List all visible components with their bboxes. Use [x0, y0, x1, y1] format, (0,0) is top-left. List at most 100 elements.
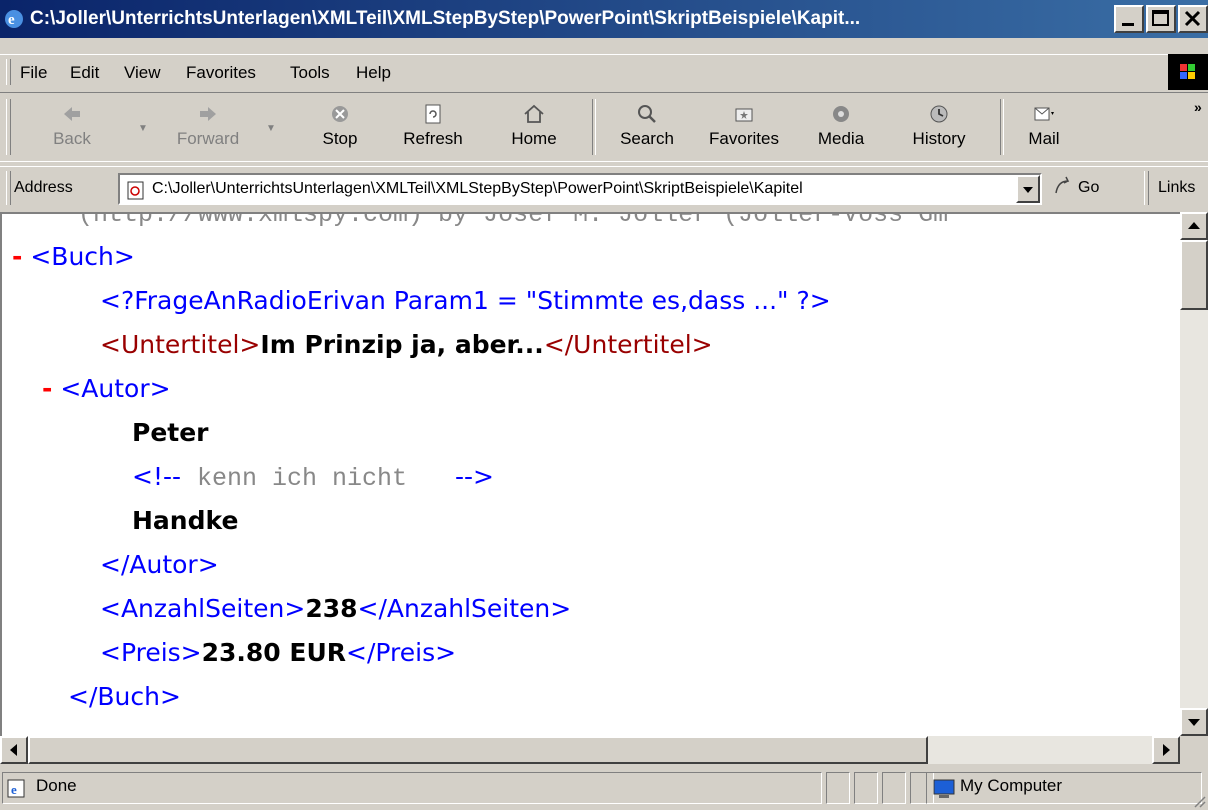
favorites-icon [735, 108, 753, 122]
favorites-label: Favorites [709, 129, 779, 148]
menu-help[interactable]: Help [356, 63, 391, 83]
untertitel-text: Im Prinzip ja, aber... [260, 330, 544, 359]
close-icon [1184, 10, 1201, 27]
security-zone-text: My Computer [960, 776, 1063, 795]
close-button[interactable] [1178, 5, 1208, 33]
autor-collapse-toggle[interactable]: - [42, 374, 52, 403]
computer-icon [933, 779, 955, 798]
toolbar-separator [1000, 99, 1004, 155]
horizontal-scroll-thumb[interactable] [28, 736, 928, 764]
media-button[interactable]: Media [806, 97, 876, 157]
back-button[interactable]: Back [42, 97, 102, 157]
scroll-up-icon [1188, 222, 1200, 229]
links-grip[interactable] [1144, 171, 1149, 205]
preis-open-tag: <Preis> [100, 638, 202, 667]
favorites-button[interactable]: Favorites [692, 97, 796, 157]
buch-close-tag: </Buch> [68, 682, 181, 711]
vertical-scroll-thumb[interactable] [1180, 240, 1208, 310]
windows-logo-throbber [1168, 54, 1208, 90]
comment-line: <!-- kenn ich nicht --> [132, 462, 494, 493]
mail-button[interactable]: Mail [1014, 97, 1074, 157]
menu-edit[interactable]: Edit [70, 63, 99, 83]
status-panel-3 [882, 772, 906, 804]
scroll-right-button[interactable] [1152, 736, 1180, 764]
svg-text:e: e [11, 782, 17, 797]
scrollbar-corner [1180, 736, 1208, 764]
maximize-button[interactable] [1146, 5, 1176, 33]
search-label: Search [620, 129, 674, 148]
ie-page-icon: e [7, 779, 25, 798]
comment-close: --> [454, 462, 494, 491]
go-button[interactable] [1050, 171, 1074, 212]
address-input[interactable]: C:\Joller\UnterrichtsUnterlagen\XMLTeil\… [118, 173, 1042, 205]
back-dropdown-icon[interactable]: ▼ [138, 123, 148, 134]
window-title: C:\Joller\UnterrichtsUnterlagen\XMLTeil\… [30, 8, 861, 29]
toolbar-chevron-icon[interactable]: » [1194, 99, 1202, 115]
forward-label: Forward [176, 129, 240, 148]
stop-button[interactable]: Stop [300, 97, 380, 157]
anzahlseiten-open-tag: <AnzahlSeiten> [100, 594, 306, 623]
chevron-down-icon [1023, 187, 1033, 193]
toolbar-grip[interactable] [6, 99, 11, 155]
scroll-left-icon [10, 744, 17, 756]
minimize-icon [1122, 23, 1134, 26]
home-label: Home [511, 129, 557, 148]
menu-view[interactable]: View [124, 63, 161, 83]
untertitel-close-tag: </Untertitel> [543, 330, 713, 359]
buch-open-line: - <Buch> [12, 242, 135, 271]
preis-value: 23.80 EUR [201, 638, 347, 667]
menu-tools[interactable]: Tools [290, 63, 330, 83]
refresh-button[interactable]: Refresh [388, 97, 478, 157]
media-label: Media [817, 129, 865, 148]
svg-text:e: e [8, 12, 15, 28]
address-grip[interactable] [6, 171, 11, 205]
resize-grip-icon[interactable] [1192, 794, 1206, 808]
preis-line: <Preis>23.80 EUR</Preis> [100, 638, 456, 667]
search-button[interactable]: Search [604, 97, 690, 157]
menu-file[interactable]: File [20, 63, 47, 83]
mail-label: Mail [1028, 129, 1060, 148]
horizontal-scrollbar[interactable] [0, 736, 1180, 764]
buch-collapse-toggle[interactable]: - [12, 242, 22, 271]
stop-icon [332, 106, 348, 122]
autor-open-line: - <Autor> [42, 374, 171, 403]
menu-grip[interactable] [6, 59, 11, 85]
status-panel-1 [826, 772, 850, 804]
address-label: Address [14, 179, 73, 196]
search-icon [638, 105, 656, 123]
back-arrow-icon [64, 107, 80, 121]
history-icon [930, 105, 948, 123]
anzahlseiten-value: 238 [305, 594, 358, 623]
address-bar: Address C:\Joller\UnterrichtsUnterlagen\… [0, 166, 1208, 210]
scroll-right-icon [1163, 744, 1170, 756]
menu-favorites[interactable]: Favorites [186, 63, 256, 83]
autor-first-name: Peter [132, 418, 209, 447]
go-label[interactable]: Go [1078, 179, 1099, 197]
minimize-button[interactable] [1114, 5, 1144, 33]
scroll-left-button[interactable] [0, 736, 28, 764]
title-bar: e C:\Joller\UnterrichtsUnterlagen\XMLTei… [0, 0, 1208, 38]
address-value: C:\Joller\UnterrichtsUnterlagen\XMLTeil\… [152, 180, 803, 197]
refresh-icon [425, 104, 441, 124]
links-button[interactable]: Links [1158, 179, 1195, 197]
forward-arrow-icon [200, 107, 216, 121]
refresh-label: Refresh [403, 129, 463, 148]
scroll-down-button[interactable] [1180, 708, 1208, 736]
scroll-down-icon [1188, 719, 1200, 726]
vertical-scrollbar[interactable] [1180, 212, 1208, 736]
untertitel-line: <Untertitel>Im Prinzip ja, aber...</Unte… [100, 330, 713, 359]
standard-toolbar: Back ▼ Forward ▼ Stop Refresh Home Searc… [0, 92, 1208, 162]
home-button[interactable]: Home [496, 97, 572, 157]
history-label: History [912, 129, 966, 148]
menu-bar: File Edit View Favorites Tools Help [0, 54, 1208, 90]
address-dropdown-button[interactable] [1016, 175, 1040, 203]
scroll-up-button[interactable] [1180, 212, 1208, 240]
anzahlseiten-line: <AnzahlSeiten>238</AnzahlSeiten> [100, 594, 571, 623]
forward-button[interactable]: Forward [160, 97, 256, 157]
preis-close-tag: </Preis> [346, 638, 457, 667]
stop-label: Stop [322, 129, 358, 148]
forward-dropdown-icon[interactable]: ▼ [266, 123, 276, 134]
processing-instruction: <?FrageAnRadioErivan Param1 = "Stimmte e… [100, 286, 831, 315]
home-icon [524, 104, 544, 123]
history-button[interactable]: History [894, 97, 984, 157]
